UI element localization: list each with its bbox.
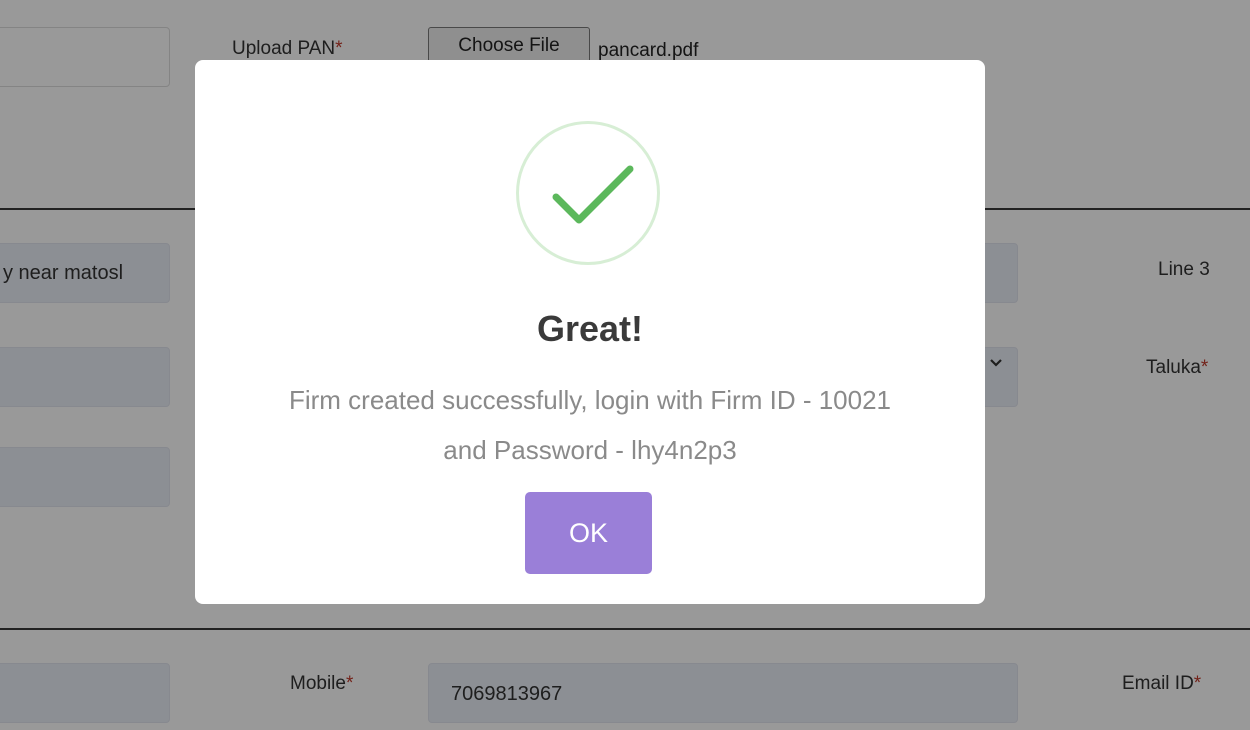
dialog-message: Firm created successfully, login with Fi… <box>235 375 945 475</box>
dialog-title: Great! <box>536 308 644 349</box>
dialog-message-line2: and Password - lhy4n2p3 <box>443 435 737 465</box>
success-icon-ring <box>516 121 660 265</box>
dialog-message-line1: Firm created successfully, login with Fi… <box>288 385 892 415</box>
ok-button[interactable]: OK <box>525 492 652 574</box>
success-dialog: Great! Firm created successfully, login … <box>195 60 985 604</box>
checkmark-icon <box>552 165 634 224</box>
